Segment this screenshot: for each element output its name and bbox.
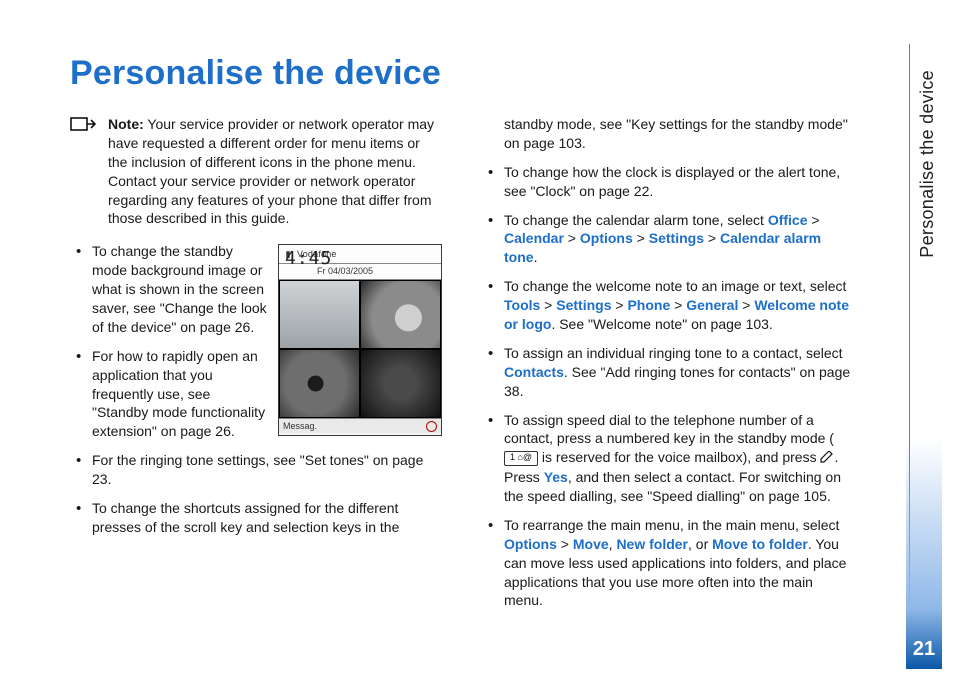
right-bullet-list: To change how the clock is displayed or … <box>482 163 854 611</box>
note-label: Note: <box>108 116 144 132</box>
left-list-host: ▮ Vodafone 4:45 Fr 04/03/2005 Messag. <box>70 242 442 546</box>
list-item: To change the welcome note to an image o… <box>482 277 854 334</box>
list-item: To assign an individual ringing tone to … <box>482 344 854 401</box>
page-content: Personalise the device Note: Your servic… <box>70 54 860 634</box>
list-item: To change the standby mode background im… <box>70 242 442 336</box>
note-body: Your service provider or network operato… <box>108 116 434 226</box>
pen-icon <box>820 449 834 468</box>
list-item: For the ringing tone settings, see "Set … <box>70 451 442 489</box>
list-item: For how to rapidly open an application t… <box>70 347 442 441</box>
side-tab: Personalise the device <box>916 44 938 284</box>
list-item: To assign speed dial to the telephone nu… <box>482 411 854 506</box>
list-item: To change how the clock is displayed or … <box>482 163 854 201</box>
page-title: Personalise the device <box>70 54 860 93</box>
right-column: standby mode, see "Key settings for the … <box>482 115 854 620</box>
note-block: Note: Your service provider or network o… <box>70 115 442 228</box>
continuation-text: standby mode, see "Key settings for the … <box>504 115 854 153</box>
left-column: Note: Your service provider or network o… <box>70 115 442 620</box>
left-bullet-list: To change the standby mode background im… <box>70 242 442 536</box>
list-item: To change the calendar alarm tone, selec… <box>482 211 854 268</box>
side-tab-label: Personalise the device <box>917 70 938 258</box>
note-text: Note: Your service provider or network o… <box>108 115 442 228</box>
list-item: To rearrange the main menu, in the main … <box>482 516 854 610</box>
page-number: 21 <box>906 609 942 669</box>
thumb-fade <box>906 439 942 609</box>
two-column-layout: Note: Your service provider or network o… <box>70 115 860 620</box>
note-icon <box>70 117 96 228</box>
key-1-icon: 1 ⌂@ <box>504 451 538 466</box>
list-item: To change the shortcuts assigned for the… <box>70 499 442 537</box>
